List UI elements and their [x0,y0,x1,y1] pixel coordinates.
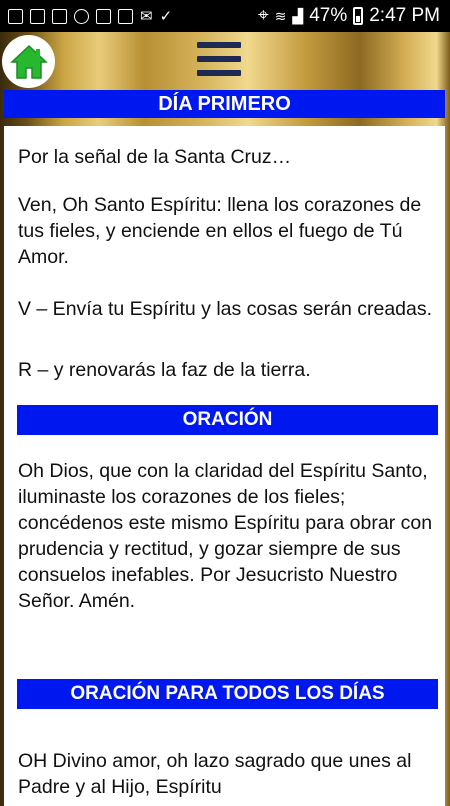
mail-icon: ✉ [140,8,153,25]
daily-prayer-paragraph: OH Divino amor, oh lazo sagrado que unes… [18,750,412,798]
app-icon [96,8,111,24]
signal-icon: ▟ [292,7,304,24]
system-icons: ⌖ ≋ ▟ 47% 2:47 PM [258,5,450,27]
wifi-icon: ≋ [274,7,287,24]
check-icon: ✓ [159,8,173,25]
prayer-content: Por la señal de la Santa Cruz… Ven, Oh S… [4,126,445,806]
battery-percent: 47% [309,5,348,26]
menu-button[interactable] [197,42,241,76]
hamburger-menu-icon [197,42,241,48]
section-title-oracion: ORACIÓN [17,405,438,435]
opening-line: Por la señal de la Santa Cruz… [18,146,292,168]
status-bar: ✉ ✓ ⌖ ≋ ▟ 47% 2:47 PM [0,0,450,32]
gallery-icon [52,8,67,24]
sync-icon [74,8,89,24]
oracion-paragraph: Oh Dios, que con la claridad del Espírit… [18,460,433,612]
location-icon: ⌖ [257,5,269,26]
battery-icon [353,7,364,25]
image-icon [8,8,23,24]
response: R – y renovarás la faz de la tierra. [18,359,311,381]
clock: 2:47 PM [369,5,440,26]
home-button[interactable] [2,35,55,88]
versicle: V – Envía tu Espíritu y las cosas serán … [18,298,433,320]
mail-icon [30,8,45,24]
hamburger-line [197,56,241,62]
invocation-paragraph: Ven, Oh Santo Espíritu: llena los corazo… [18,194,422,268]
notification-icons: ✉ ✓ [0,7,172,25]
email-icon [118,8,133,24]
section-title-todos-los-dias: ORACIÓN PARA TODOS LOS DÍAS [17,679,438,709]
day-title-bar: DÍA PRIMERO [4,90,445,118]
home-icon [9,44,48,79]
hamburger-line [197,70,241,76]
